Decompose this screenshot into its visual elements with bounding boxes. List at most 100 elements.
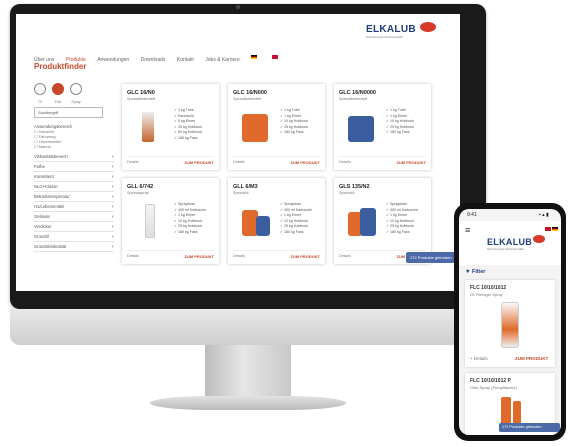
mobile-product-image: [501, 302, 519, 348]
product-card[interactable]: GLL 6/M3 Spezialöl ✓ Spraydose ✓ 400 ml …: [228, 178, 325, 264]
facet-item[interactable]: NLGI-Klasse +: [34, 182, 114, 192]
mobile-product-link[interactable]: ZUM PRODUKT: [515, 356, 548, 361]
nav-item-downloads[interactable]: Downloads: [141, 57, 166, 63]
feature-text: 25 kg Hobbock: [390, 224, 414, 229]
brand-name: ELKALUB: [366, 24, 416, 35]
facet-label: Viskositätsbereich: [34, 154, 68, 159]
type-icons: Öl Fett Spray: [34, 82, 114, 104]
feature-text: 1 kg Eimer: [390, 113, 408, 118]
feature-text: Spraydose: [178, 202, 196, 206]
search-input[interactable]: Suchbegriff: [34, 107, 103, 118]
product-title: GLC 16/N0: [127, 90, 155, 96]
nav-item-jobs[interactable]: Jobs & Karriere: [205, 57, 239, 63]
mobile-brand-name: ELKALUB: [487, 237, 533, 247]
product-link[interactable]: ZUM PRODUKT: [184, 160, 214, 165]
brand-logo[interactable]: ELKALUB Schmierungs-Schmierstoffe: [366, 24, 416, 39]
feature-text: 400 ml Kartusche: [284, 207, 312, 212]
product-subtitle: Spezialkettenfett: [233, 97, 262, 101]
product-image: [242, 108, 268, 144]
feature-text: 25 kg Hobbock: [178, 124, 202, 129]
product-card[interactable]: GLC 16/N0 Spezialkettenfett ✓ 1 kg Tube …: [122, 84, 219, 170]
checkbox-marine[interactable]: ☐ Marine: [34, 144, 114, 149]
monitor-chin: [10, 309, 486, 345]
mobile-brand-sub: Schmierungs-Schmierstoffe: [487, 247, 524, 251]
type-grease[interactable]: Fett: [52, 82, 64, 104]
type-spray[interactable]: Spray: [70, 82, 82, 104]
product-link[interactable]: ZUM PRODUKT: [290, 254, 320, 259]
plus-icon: +: [111, 224, 114, 229]
product-link[interactable]: ZUM PRODUKT: [184, 254, 214, 259]
facet-item[interactable]: H1/Lebensmittel +: [34, 202, 114, 212]
facet-item[interactable]: Viskositätsbereich +: [34, 152, 114, 162]
filter-label: Filter: [471, 269, 486, 275]
product-image: [136, 202, 162, 238]
feature-text: Kartusche: [178, 113, 195, 118]
details-link[interactable]: Details: [339, 254, 351, 259]
flag-de-icon[interactable]: [251, 54, 258, 59]
feature-text: 1 kg Eimer: [284, 213, 302, 218]
nav-item-anwendungen[interactable]: Anwendungen: [97, 57, 129, 63]
feature-text: 180 kg Fass: [178, 135, 198, 140]
feature-text: Spraydose: [390, 202, 408, 206]
card-footer: Details ZUM PRODUKT: [339, 156, 426, 165]
hamburger-icon[interactable]: ≡: [465, 226, 470, 235]
mobile-results-badge[interactable]: 172 Produkte gefunden: [499, 423, 560, 432]
feature-text: 10 kg Hobbock: [390, 119, 414, 124]
flag-en-icon[interactable]: [545, 227, 551, 231]
feature-item: ✓ 180 kg Fass: [280, 229, 304, 234]
feature-text: Spraydose: [284, 202, 302, 206]
details-link[interactable]: Details: [339, 160, 351, 165]
facet-label: Farbe: [34, 164, 45, 169]
feature-item: ✓ 180 kg Fass: [386, 130, 410, 135]
plus-icon: +: [111, 204, 114, 209]
facet-item[interactable]: Grundölviskosität +: [34, 242, 114, 252]
brand-logo-icon: [533, 235, 545, 243]
feature-item: ✓ 180 kg Fass: [174, 229, 198, 234]
details-link[interactable]: Details: [127, 160, 139, 165]
facet-item[interactable]: Grundöl +: [34, 232, 114, 242]
feature-text: 1 kg Tube: [284, 108, 300, 112]
card-footer: Details ZUM PRODUKT: [233, 250, 320, 259]
details-link[interactable]: Details: [127, 254, 139, 259]
feature-text: 5 kg Eimer: [178, 119, 196, 124]
product-title: GLS 135/N2: [339, 184, 370, 190]
facet-label: Gebinde: [34, 214, 50, 219]
oil-icon: [34, 83, 46, 95]
product-card[interactable]: GLL 6/742 Spezialspray ✓ Spraydose ✓ 400…: [122, 178, 219, 264]
feature-text: 180 kg Fass: [390, 130, 410, 135]
facet-item[interactable]: Konsistenz +: [34, 172, 114, 182]
facet-item[interactable]: Verdicker +: [34, 222, 114, 232]
feature-text: 180 kg Fass: [390, 229, 410, 234]
product-link[interactable]: ZUM PRODUKT: [396, 160, 426, 165]
monitor-stand-base: [150, 396, 346, 410]
mobile-details-link[interactable]: + Details: [470, 356, 488, 361]
mobile-product-subtitle: Gleit-Spray (Pumpflasche): [470, 385, 517, 390]
product-image: [348, 108, 374, 144]
flag-en-icon[interactable]: [271, 54, 278, 59]
mobile-logo[interactable]: ELKALUB Schmierungs-Schmierstoffe: [487, 237, 532, 251]
filter-icon: ▼: [465, 269, 471, 275]
facet-item[interactable]: Gebinde +: [34, 212, 114, 222]
facet-item[interactable]: Farbe +: [34, 162, 114, 172]
product-link[interactable]: ZUM PRODUKT: [290, 160, 320, 165]
facet-label: Grundöl: [34, 234, 49, 239]
feature-item: ✓ 180 kg Fass: [280, 130, 304, 135]
details-link[interactable]: Details: [233, 254, 245, 259]
product-card[interactable]: GLC 16/N0000 Spezialkettenfett ✓ 1 kg Tu…: [334, 84, 431, 170]
type-spray-label: Spray: [71, 100, 81, 104]
status-time: 9:41: [467, 212, 477, 218]
page-title: Produktfinder: [34, 62, 87, 71]
mobile-header: ≡ ELKALUB Schmierungs-Schmierstoffe: [459, 221, 561, 265]
filter-button[interactable]: ▼ Filter: [465, 269, 485, 275]
product-subtitle: Spezialöl: [339, 191, 355, 195]
details-link[interactable]: Details: [233, 160, 245, 165]
mobile-product-card[interactable]: FLC 10/10/1012 Öl, Reiniger Spray + Deta…: [465, 280, 555, 367]
type-oil[interactable]: Öl: [34, 82, 46, 104]
mobile-product-title: FLC 10/10/1012: [470, 285, 507, 291]
flag-de-icon[interactable]: [552, 227, 558, 231]
facet-item[interactable]: Betriebstemperatur +: [34, 192, 114, 202]
product-card[interactable]: GLC 16/N000 Spezialkettenfett ✓ 1 kg Tub…: [228, 84, 325, 170]
nav-item-kontakt[interactable]: Kontakt: [177, 57, 194, 63]
feature-text: 180 kg Fass: [284, 229, 304, 234]
card-footer: Details ZUM PRODUKT: [127, 156, 214, 165]
